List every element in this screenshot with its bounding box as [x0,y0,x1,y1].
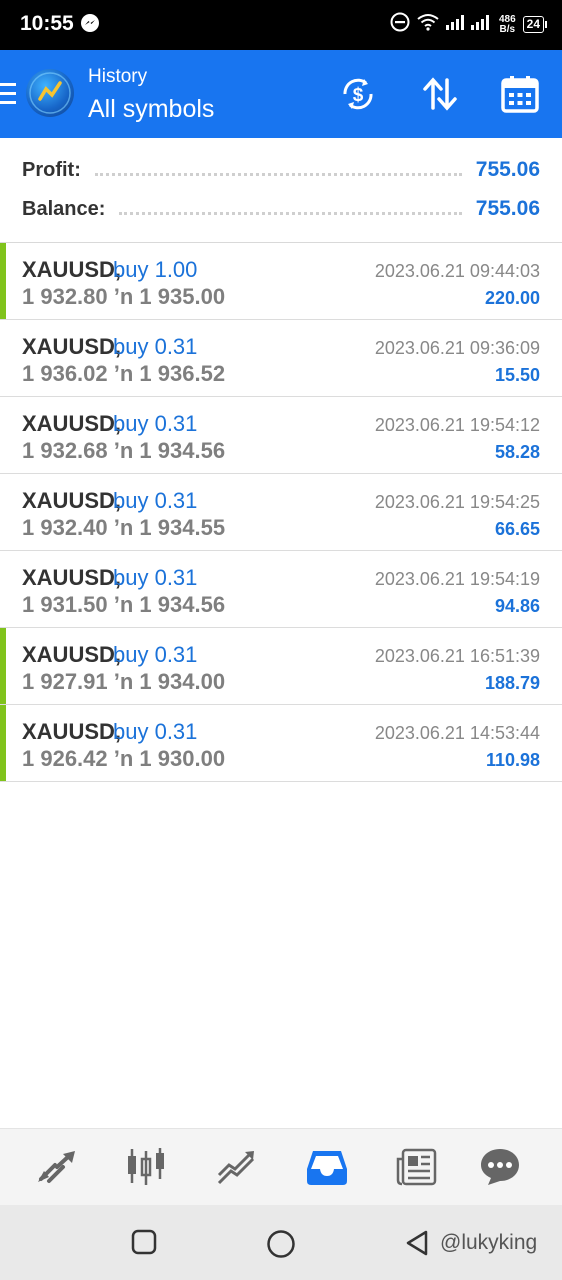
watermark-text: @lukyking [440,1231,538,1254]
trade-marker [0,628,6,704]
calendar-icon[interactable] [500,74,540,114]
trade-profit: 15.50 [494,365,540,385]
trade-time: 2023.06.21 14:53:44 [374,723,540,743]
trade-row[interactable]: XAUUSD, buy 0.31 1 927.91 ’n 1 934.00 20… [0,628,562,705]
svg-text:$: $ [353,85,364,106]
trade-prices: 1 932.80 ’n 1 935.00 [22,284,226,309]
trade-row[interactable]: XAUUSD, buy 0.31 1 936.02 ’n 1 936.52 20… [0,320,562,397]
trade-profit: 188.79 [484,673,540,693]
trade-type: buy 0.31 [113,642,198,667]
dnd-icon [390,12,410,37]
trade-type: buy 0.31 [113,411,198,436]
trade-type: buy 0.31 [113,488,198,513]
balance-label: Balance: [22,197,106,220]
balance-row: Balance: 755.06 [22,194,540,224]
recents-icon[interactable] [131,1229,157,1260]
wifi-icon [417,13,439,36]
currency-exchange-icon[interactable]: $ [338,74,378,114]
trade-prices: 1 927.91 ’n 1 934.00 [22,669,226,694]
trade-prices: 1 926.42 ’n 1 930.00 [22,746,226,771]
signal-icon [445,14,492,35]
trade-symbol: XAUUSD, [22,719,122,744]
trade-time: 2023.06.21 16:51:39 [374,646,540,666]
dotted-leader [94,172,462,176]
chart-icon[interactable] [125,1147,169,1187]
bottom-navigation [0,1128,562,1205]
menu-icon[interactable] [0,83,16,110]
trade-profit: 58.28 [494,442,540,462]
trade-marker [0,243,6,319]
trade-time: 2023.06.21 19:54:25 [374,492,540,512]
trade-marker [0,705,6,781]
messenger-icon [80,13,100,38]
dotted-leader [119,211,462,215]
trade-row[interactable]: XAUUSD, buy 0.31 1 931.50 ’n 1 934.56 20… [0,551,562,628]
trade-profit: 66.65 [494,519,540,539]
header-subtitle: History [88,66,148,87]
system-navigation-bar: @lukyking [0,1205,562,1280]
net-speed: 486 B/s [498,13,516,35]
trade-type: buy 0.31 [113,334,198,359]
trade-prices: 1 932.40 ’n 1 934.55 [22,515,226,540]
net-speed-value: 486 [498,13,516,25]
account-summary: Profit: 755.06 Balance: 755.06 [0,138,562,243]
app-logo [26,69,74,117]
trade-profit: 110.98 [485,750,540,770]
trade-symbol: XAUUSD, [22,488,122,513]
header-title[interactable]: All symbols [88,95,214,124]
trade-time: 2023.06.21 19:54:12 [374,415,540,435]
trade-row[interactable]: XAUUSD, buy 1.00 1 932.80 ’n 1 935.00 20… [0,243,562,320]
trade-row[interactable]: XAUUSD, buy 0.31 1 932.40 ’n 1 934.55 20… [0,474,562,551]
chat-icon[interactable] [478,1147,522,1187]
trade-prices: 1 932.68 ’n 1 934.56 [22,438,226,463]
trade-time: 2023.06.21 09:44:03 [374,261,540,281]
history-icon[interactable] [305,1147,349,1187]
battery-indicator: 24 [522,16,548,33]
home-icon[interactable] [266,1229,296,1264]
trade-symbol: XAUUSD, [22,565,122,590]
trade-row[interactable]: XAUUSD, buy 0.31 1 926.42 ’n 1 930.00 20… [0,705,562,782]
trade-history-list: XAUUSD, buy 1.00 1 932.80 ’n 1 935.00 20… [0,243,562,782]
trade-prices: 1 936.02 ’n 1 936.52 [22,361,226,386]
trade-prices: 1 931.50 ’n 1 934.56 [22,592,226,617]
news-icon[interactable] [395,1147,439,1187]
balance-value: 755.06 [475,197,540,220]
trade-type: buy 0.31 [113,719,198,744]
status-bar: 10:55 486 B/s 24 [0,0,562,50]
back-icon[interactable] [404,1229,430,1262]
trade-icon[interactable] [215,1147,259,1187]
trade-profit: 94.86 [494,596,540,616]
profit-value: 755.06 [475,158,540,181]
trade-type: buy 1.00 [113,257,198,282]
profit-label: Profit: [22,158,81,181]
trade-time: 2023.06.21 09:36:09 [374,338,540,358]
profit-row: Profit: 755.06 [22,155,540,185]
trade-time: 2023.06.21 19:54:19 [374,569,540,589]
sort-icon[interactable] [420,74,460,114]
trade-symbol: XAUUSD, [22,334,122,359]
net-speed-unit: B/s [499,23,516,35]
status-time: 10:55 [20,12,74,35]
app-bar: History All symbols $ [0,50,562,138]
trade-symbol: XAUUSD, [22,642,122,667]
trade-symbol: XAUUSD, [22,257,122,282]
quotes-icon[interactable] [35,1147,79,1187]
trade-symbol: XAUUSD, [22,411,122,436]
trade-row[interactable]: XAUUSD, buy 0.31 1 932.68 ’n 1 934.56 20… [0,397,562,474]
trade-profit: 220.00 [484,288,540,308]
trade-type: buy 0.31 [113,565,198,590]
